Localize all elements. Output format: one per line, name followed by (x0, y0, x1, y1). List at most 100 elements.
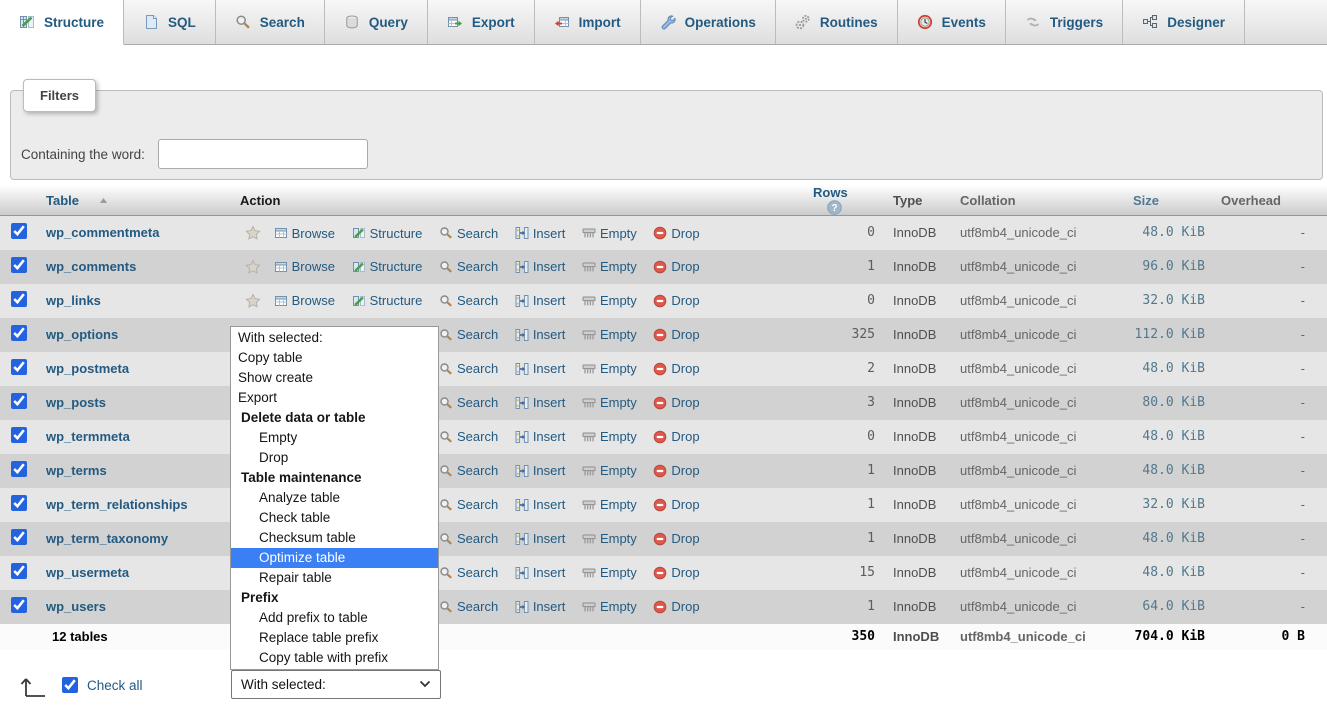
table-name-link[interactable]: wp_term_taxonomy (46, 531, 168, 546)
dropdown-option[interactable]: Table maintenance (231, 468, 438, 488)
row-checkbox[interactable] (11, 495, 27, 511)
insert-action[interactable]: Insert (515, 429, 566, 444)
table-name-link[interactable]: wp_links (46, 293, 101, 308)
empty-action[interactable]: Empty (582, 226, 637, 241)
drop-action[interactable]: Drop (653, 463, 699, 478)
structure-action[interactable]: Structure (352, 226, 423, 241)
tab-triggers[interactable]: Triggers (1006, 0, 1123, 44)
dropdown-option[interactable]: Analyze table (231, 488, 438, 508)
browse-action[interactable]: Browse (274, 293, 335, 308)
dropdown-option[interactable]: Delete data or table (231, 408, 438, 428)
structure-action[interactable]: Structure (352, 259, 423, 274)
search-action[interactable]: Search (439, 429, 498, 444)
help-icon[interactable]: ? (827, 200, 842, 215)
empty-action[interactable]: Empty (582, 497, 637, 512)
row-checkbox[interactable] (11, 529, 27, 545)
column-header-size[interactable]: Size (1121, 185, 1213, 216)
structure-action[interactable]: Structure (352, 293, 423, 308)
favorite-star-icon[interactable] (245, 293, 261, 309)
tab-routines[interactable]: Routines (776, 0, 898, 44)
empty-action[interactable]: Empty (582, 565, 637, 580)
insert-action[interactable]: Insert (515, 361, 566, 376)
drop-action[interactable]: Drop (653, 395, 699, 410)
table-name-link[interactable]: wp_postmeta (46, 361, 129, 376)
search-action[interactable]: Search (439, 497, 498, 512)
table-name-link[interactable]: wp_usermeta (46, 565, 129, 580)
row-checkbox[interactable] (11, 257, 27, 273)
row-checkbox[interactable] (11, 223, 27, 239)
table-name-link[interactable]: wp_posts (46, 395, 106, 410)
insert-action[interactable]: Insert (515, 327, 566, 342)
search-action[interactable]: Search (439, 395, 498, 410)
dropdown-option[interactable]: Drop (231, 448, 438, 468)
with-selected-select[interactable]: With selected: (231, 670, 441, 699)
drop-action[interactable]: Drop (653, 226, 699, 241)
drop-action[interactable]: Drop (653, 497, 699, 512)
browse-action[interactable]: Browse (274, 259, 335, 274)
insert-action[interactable]: Insert (515, 531, 566, 546)
tab-designer[interactable]: Designer (1123, 0, 1245, 44)
browse-action[interactable]: Browse (274, 226, 335, 241)
dropdown-option[interactable]: Check table (231, 508, 438, 528)
empty-action[interactable]: Empty (582, 531, 637, 546)
tab-export[interactable]: Export (428, 0, 535, 44)
column-header-collation[interactable]: Collation (949, 185, 1121, 216)
dropdown-option[interactable]: Add prefix to table (231, 608, 438, 628)
empty-action[interactable]: Empty (582, 395, 637, 410)
tab-structure[interactable]: Structure (0, 0, 124, 45)
check-all-checkbox[interactable] (62, 677, 78, 693)
empty-action[interactable]: Empty (582, 327, 637, 342)
empty-action[interactable]: Empty (582, 429, 637, 444)
row-checkbox[interactable] (11, 597, 27, 613)
drop-action[interactable]: Drop (653, 259, 699, 274)
drop-action[interactable]: Drop (653, 327, 699, 342)
empty-action[interactable]: Empty (582, 599, 637, 614)
table-name-link[interactable]: wp_terms (46, 463, 107, 478)
table-name-link[interactable]: wp_commentmeta (46, 225, 159, 240)
row-checkbox[interactable] (11, 325, 27, 341)
dropdown-option[interactable]: Empty (231, 428, 438, 448)
row-checkbox[interactable] (11, 461, 27, 477)
drop-action[interactable]: Drop (653, 429, 699, 444)
tab-events[interactable]: Events (898, 0, 1006, 44)
tab-query[interactable]: Query (325, 0, 428, 44)
search-action[interactable]: Search (439, 327, 498, 342)
column-header-rows[interactable]: Rows? (805, 185, 883, 216)
tab-import[interactable]: Import (535, 0, 641, 44)
insert-action[interactable]: Insert (515, 497, 566, 512)
dropdown-option[interactable]: Prefix (231, 588, 438, 608)
search-action[interactable]: Search (439, 259, 498, 274)
search-action[interactable]: Search (439, 565, 498, 580)
check-all-link[interactable]: Check all (87, 678, 143, 693)
insert-action[interactable]: Insert (515, 259, 566, 274)
insert-action[interactable]: Insert (515, 226, 566, 241)
table-name-link[interactable]: wp_term_relationships (46, 497, 188, 512)
drop-action[interactable]: Drop (653, 531, 699, 546)
dropdown-option[interactable]: Replace table prefix (231, 628, 438, 648)
row-checkbox[interactable] (11, 563, 27, 579)
row-checkbox[interactable] (11, 427, 27, 443)
drop-action[interactable]: Drop (653, 293, 699, 308)
row-checkbox[interactable] (11, 393, 27, 409)
containing-word-input[interactable] (158, 139, 368, 169)
column-header-type[interactable]: Type (883, 185, 949, 216)
search-action[interactable]: Search (439, 531, 498, 546)
favorite-star-icon[interactable] (245, 225, 261, 241)
tab-sql[interactable]: SQL (124, 0, 216, 44)
search-action[interactable]: Search (439, 599, 498, 614)
column-header-overhead[interactable]: Overhead (1213, 185, 1327, 216)
insert-action[interactable]: Insert (515, 293, 566, 308)
table-name-link[interactable]: wp_termmeta (46, 429, 130, 444)
search-action[interactable]: Search (439, 293, 498, 308)
row-checkbox[interactable] (11, 359, 27, 375)
dropdown-option[interactable]: Repair table (231, 568, 438, 588)
tab-operations[interactable]: Operations (641, 0, 776, 44)
dropdown-option[interactable]: With selected: (231, 328, 438, 348)
empty-action[interactable]: Empty (582, 361, 637, 376)
insert-action[interactable]: Insert (515, 463, 566, 478)
insert-action[interactable]: Insert (515, 599, 566, 614)
column-header-table[interactable]: Table (38, 185, 240, 216)
insert-action[interactable]: Insert (515, 395, 566, 410)
search-action[interactable]: Search (439, 226, 498, 241)
search-action[interactable]: Search (439, 361, 498, 376)
